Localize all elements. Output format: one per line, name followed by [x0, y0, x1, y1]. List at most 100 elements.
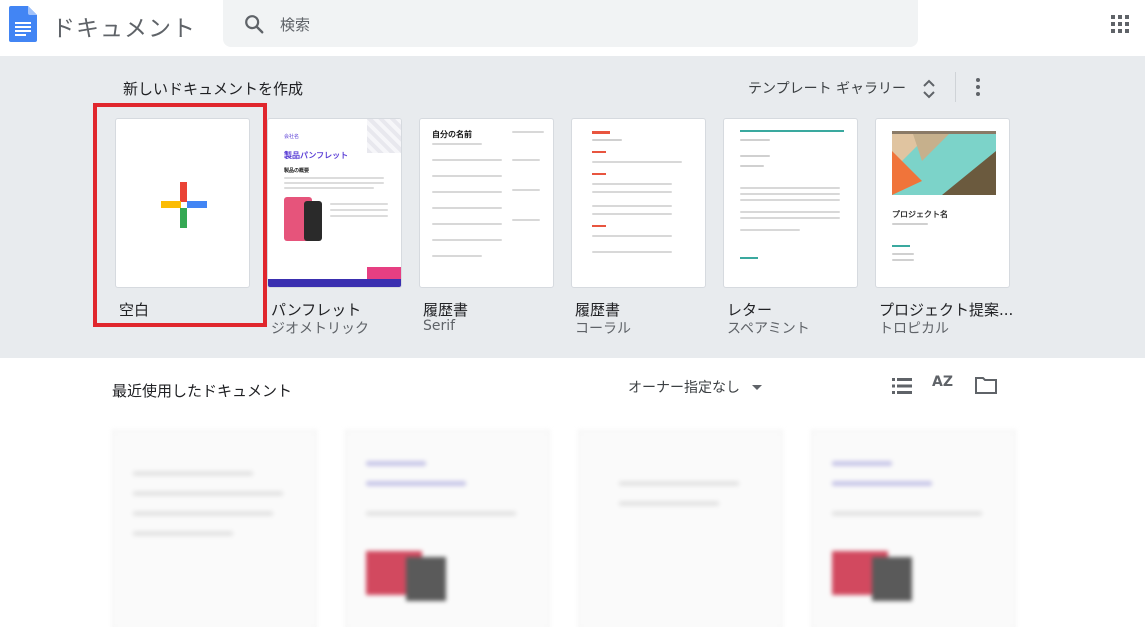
template-name[interactable]: 履歴書: [423, 299, 468, 320]
text-line: [432, 207, 502, 209]
text-line: [284, 177, 384, 179]
brochure-company: 会社名: [284, 134, 300, 140]
text-line: [892, 259, 914, 261]
text-line: [330, 209, 388, 211]
brochure-title: 製品パンフレット: [284, 151, 349, 160]
accent-line: [592, 151, 606, 153]
highlight-box: [93, 103, 267, 327]
phone-image: [304, 201, 322, 241]
footer-accent: [367, 267, 401, 279]
resume-name: 自分の名前: [432, 130, 472, 139]
text-line: [832, 481, 932, 486]
text-line: [592, 251, 672, 253]
app-title[interactable]: ドキュメント: [52, 9, 196, 43]
template-resume-coral[interactable]: [571, 118, 706, 288]
template-gallery-button[interactable]: テンプレート ギャラリー: [748, 76, 906, 100]
pattern-decoration: [367, 119, 401, 153]
text-line: [832, 511, 982, 516]
template-subtitle: Serif: [423, 318, 456, 334]
search-input[interactable]: [280, 12, 880, 38]
list-view-icon[interactable]: [891, 376, 913, 396]
text-line: [592, 235, 672, 237]
text-line: [432, 175, 502, 177]
text-line: [366, 481, 466, 486]
text-line: [284, 187, 374, 189]
template-subtitle: ジオメトリック: [271, 321, 369, 337]
text-line: [512, 159, 540, 161]
recent-docs-title: 最近使用したドキュメント: [112, 382, 293, 400]
text-line: [592, 205, 672, 207]
template-brochure[interactable]: 会社名 製品パンフレット 製品の概要: [267, 118, 402, 288]
text-line: [512, 219, 540, 221]
text-line: [284, 182, 384, 184]
template-subtitle: スペアミント: [727, 321, 810, 337]
accent-line: [592, 173, 606, 175]
text-line: [740, 199, 840, 201]
folder-icon[interactable]: [975, 376, 997, 394]
text-line: [740, 165, 764, 167]
text-line: [432, 223, 502, 225]
text-line: [366, 511, 516, 516]
accent-line: [592, 131, 610, 134]
template-name[interactable]: プロジェクト提案...: [879, 299, 1013, 320]
text-line: [512, 189, 540, 191]
more-vert-icon[interactable]: [970, 76, 986, 98]
caret-down-icon: [752, 384, 762, 390]
text-line: [432, 255, 482, 257]
text-line: [740, 211, 840, 213]
text-line: [740, 139, 770, 141]
template-name[interactable]: レター: [727, 299, 772, 320]
text-line: [133, 511, 273, 516]
text-line: [892, 223, 928, 225]
text-line: [740, 217, 840, 219]
template-resume-serif[interactable]: 自分の名前: [419, 118, 554, 288]
owner-filter-dropdown[interactable]: オーナー指定なし: [628, 377, 762, 397]
recent-doc-card[interactable]: [345, 430, 550, 627]
apps-grid-icon[interactable]: [1110, 14, 1130, 34]
text-line: [740, 187, 840, 189]
search-icon[interactable]: [243, 13, 265, 35]
project-title: プロジェクト名: [892, 210, 948, 219]
text-line: [432, 239, 502, 241]
text-line: [619, 481, 739, 486]
divider: [955, 72, 956, 102]
text-line: [592, 183, 672, 185]
text-line: [366, 461, 426, 466]
accent-line: [592, 225, 606, 227]
template-letter[interactable]: [723, 118, 858, 288]
sort-az-icon[interactable]: AZ: [932, 374, 956, 398]
text-line: [619, 501, 719, 506]
text-line: [592, 161, 682, 163]
image-block: [872, 557, 912, 601]
recent-doc-card[interactable]: [112, 430, 317, 627]
brochure-heading: 製品の概要: [284, 168, 310, 174]
text-line: [740, 193, 840, 195]
accent-line: [892, 245, 910, 247]
text-line: [330, 215, 388, 217]
template-project-proposal[interactable]: プロジェクト名: [875, 118, 1010, 288]
unfold-icon[interactable]: [921, 78, 937, 100]
footer-band: [268, 279, 401, 287]
docs-logo-icon[interactable]: [9, 6, 37, 42]
text-line: [740, 155, 770, 157]
tropical-graphic: [892, 131, 996, 195]
image-block: [406, 557, 446, 601]
template-name[interactable]: 履歴書: [575, 299, 620, 320]
text-line: [432, 143, 482, 145]
text-line: [740, 229, 800, 231]
recent-doc-card[interactable]: [811, 430, 1016, 627]
text-line: [832, 461, 892, 466]
text-line: [133, 491, 283, 496]
text-line: [512, 131, 544, 133]
template-subtitle: コーラル: [575, 321, 631, 337]
text-line: [133, 471, 253, 476]
section-title: 新しいドキュメントを作成: [123, 80, 304, 98]
template-name[interactable]: パンフレット: [271, 299, 361, 320]
text-line: [133, 531, 233, 536]
text-line: [432, 159, 502, 161]
text-line: [892, 253, 914, 255]
recent-doc-card[interactable]: [578, 430, 783, 627]
accent-line: [740, 130, 844, 132]
text-line: [592, 139, 622, 141]
accent-line: [740, 257, 758, 259]
